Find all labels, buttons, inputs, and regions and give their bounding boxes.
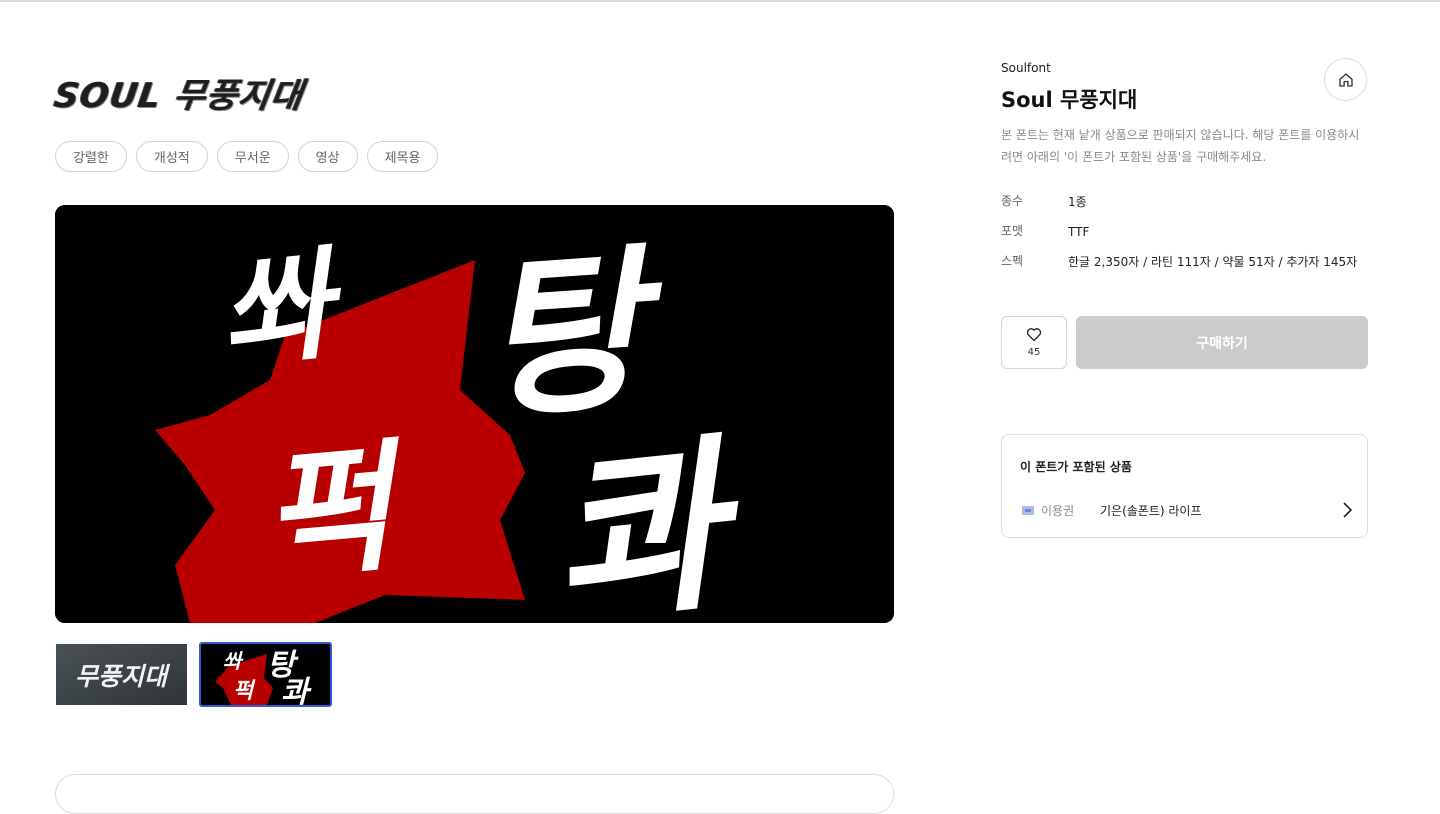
tag-chip[interactable]: 제목용 bbox=[366, 141, 439, 172]
thumb-word-3: 퍽 bbox=[233, 679, 256, 704]
spec-row: 스펙 한글 2,350자 / 라틴 111자 / 약물 51자 / 추가자 14… bbox=[1001, 252, 1368, 273]
tag-chip[interactable]: 영상 bbox=[297, 141, 358, 172]
preview-artwork: 쏴 탕 퍽 콰 bbox=[55, 205, 894, 623]
spec-row: 종수 1종 bbox=[1001, 192, 1368, 213]
like-count: 45 bbox=[1027, 347, 1041, 358]
sale-notice: 본 폰트는 현재 낱개 상품으로 판매되지 않습니다. 해당 폰트를 이용하시려… bbox=[1001, 128, 1360, 164]
home-icon bbox=[1338, 72, 1353, 87]
spec-key: 스펙 bbox=[1001, 254, 1024, 268]
thumb-word-4: 콰 bbox=[281, 675, 312, 705]
spec-value: 1종 bbox=[1068, 195, 1087, 209]
bottom-section-card bbox=[55, 774, 894, 814]
preview-image: 쏴 탕 퍽 콰 bbox=[55, 205, 894, 623]
included-products-card: 이 폰트가 포함된 상품 이용권 기은(솔폰트) 라이프 bbox=[1001, 434, 1368, 538]
font-title-logo: SOUL 무풍지대 bbox=[51, 76, 306, 116]
tag-chip[interactable]: 무서운 bbox=[216, 141, 289, 172]
like-button[interactable]: 45 bbox=[1001, 316, 1067, 369]
included-product-item[interactable]: 이용권 기은(솔폰트) 라이프 bbox=[1022, 500, 1352, 520]
spec-key: 포맷 bbox=[1001, 224, 1024, 238]
heart-icon bbox=[1026, 328, 1042, 342]
thumb-word-1: 쏴 bbox=[223, 649, 244, 673]
tag-list: 강렬한 개성적 무서운 영상 제목용 bbox=[55, 141, 439, 172]
thumbnail-list: 무풍지대 쏴 탕 퍽 콰 bbox=[55, 642, 332, 707]
tag-chip[interactable]: 개성적 bbox=[135, 141, 208, 172]
spec-key: 종수 bbox=[1001, 194, 1024, 208]
tag-chip[interactable]: 강렬한 bbox=[55, 141, 127, 172]
font-name: Soul 무풍지대 bbox=[1001, 88, 1138, 112]
thumbnail-1[interactable]: 무풍지대 bbox=[55, 642, 188, 707]
spec-value: TTF bbox=[1068, 225, 1090, 239]
spec-row: 포맷 TTF bbox=[1001, 222, 1368, 243]
spec-value: 한글 2,350자 / 라틴 111자 / 약물 51자 / 추가자 145자 bbox=[1068, 255, 1358, 269]
ticket-icon bbox=[1022, 505, 1034, 515]
brand-name[interactable]: Soulfont bbox=[1001, 61, 1051, 75]
thumbnail-1-text: 무풍지대 bbox=[75, 662, 171, 691]
home-button[interactable] bbox=[1324, 58, 1367, 101]
thumbnail-2[interactable]: 쏴 탕 퍽 콰 bbox=[199, 642, 332, 707]
included-products-title: 이 폰트가 포함된 상품 bbox=[1020, 460, 1132, 474]
buy-button[interactable]: 구매하기 bbox=[1076, 316, 1368, 369]
chevron-right-icon[interactable] bbox=[1342, 502, 1352, 518]
product-name: 기은(솔폰트) 라이프 bbox=[1100, 503, 1202, 518]
product-type: 이용권 bbox=[1041, 503, 1075, 518]
